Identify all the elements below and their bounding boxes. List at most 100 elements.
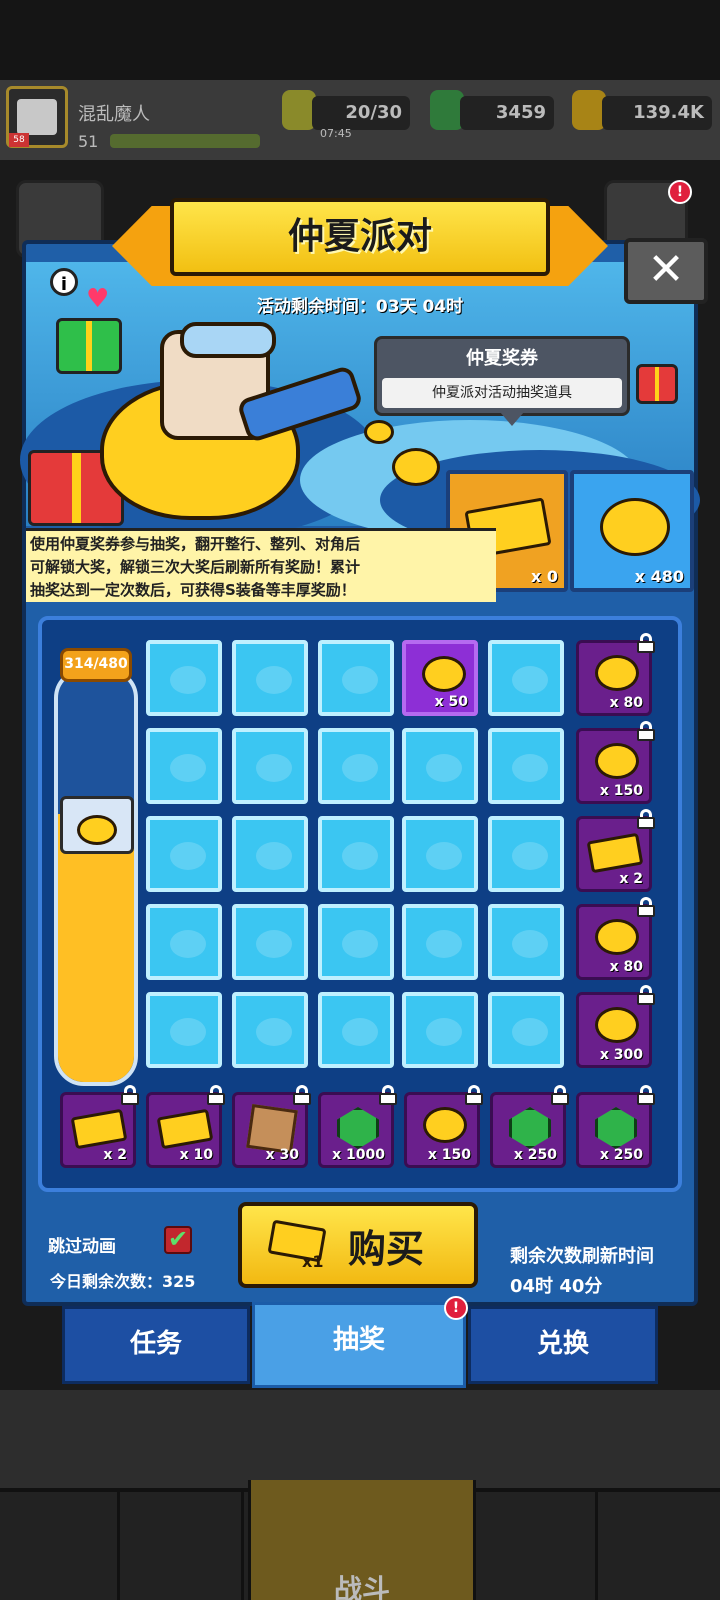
nav-talent[interactable] [478,1492,598,1600]
ticket-icon [70,1108,128,1150]
tooltip-title: 仲夏奖券 [466,348,538,369]
info-icon[interactable]: i [50,268,78,296]
reward-slot[interactable]: x 2 [576,809,655,892]
hidden-tile[interactable] [232,640,308,716]
status-bar [0,0,720,80]
gem-icon[interactable] [430,90,464,130]
duck-inventory-slot[interactable]: x 480 [570,470,694,592]
description-line: 可解锁大奖，解锁三次大奖后刷新所有奖励！累计 [30,558,361,576]
gems-value: 3459 [460,96,554,130]
reward-slot[interactable]: x 300 [576,985,655,1068]
tab-exchange[interactable]: 兑换 [468,1306,658,1384]
duck-watermark-icon [170,666,206,694]
hidden-tile[interactable] [146,904,222,980]
hidden-tile[interactable] [318,904,394,980]
reward-slot[interactable]: x 10 [146,1085,225,1168]
nav-fight-label: 战斗 [333,1573,390,1600]
reward-slot[interactable]: x 2 [60,1085,139,1168]
reward-slot[interactable]: x 80 [576,633,655,716]
hidden-tile[interactable] [146,816,222,892]
gem-icon [595,1107,637,1149]
nav-equipment[interactable] [124,1492,244,1600]
duck-watermark-icon [426,754,462,782]
ticket-icon [156,1108,214,1150]
lower-background [0,1390,720,1490]
hidden-tile[interactable] [402,728,478,804]
energy-icon[interactable] [282,90,316,130]
duck-icon [595,655,639,691]
hidden-tile[interactable] [488,640,564,716]
remaining-draws-today: 今日剩余次数：325 [50,1272,196,1291]
event-countdown: 活动剩余时间：03天 04时 [256,297,464,317]
duck-watermark-icon [256,666,292,694]
avatar[interactable]: 58 [6,86,68,148]
duck-watermark-icon [170,930,206,958]
hidden-tile[interactable] [232,904,308,980]
hidden-tile[interactable] [146,728,222,804]
heart-icon: ♥ [86,284,110,314]
hidden-tile[interactable] [488,904,564,980]
hidden-tile[interactable] [488,816,564,892]
hidden-tile[interactable] [402,816,478,892]
hidden-tile[interactable] [402,992,478,1068]
reward-slot[interactable]: x 1000 [318,1085,397,1168]
hidden-tile[interactable] [232,816,308,892]
lock-icon [637,809,655,829]
hidden-tile[interactable] [318,728,394,804]
gem-icon [509,1107,551,1149]
reward-slot[interactable]: x 250 [576,1085,655,1168]
hidden-tile[interactable] [232,992,308,1068]
duck-icon [77,815,117,845]
lock-icon [207,1085,225,1105]
hidden-tile[interactable] [146,640,222,716]
reward-qty: x 2 [619,871,643,887]
duck-watermark-icon [342,1018,378,1046]
energy-timer: 07:45 [320,127,352,140]
duck-icon [392,448,440,486]
chest-icon[interactable] [60,796,134,854]
hidden-tile[interactable] [232,728,308,804]
hidden-tile[interactable] [318,640,394,716]
progress-fill [58,813,134,1082]
duck-watermark-icon [426,842,462,870]
tooltip-description: 仲夏派对活动抽奖道具 [382,378,622,408]
buy-label: 购买 [348,1227,425,1271]
coin-icon[interactable] [572,90,606,130]
hidden-tile[interactable] [402,904,478,980]
hidden-tile[interactable] [318,816,394,892]
revealed-tile[interactable]: x 50 [402,640,478,716]
duck-icon [595,1007,639,1043]
nav-shop[interactable] [0,1492,120,1600]
tab-tasks[interactable]: 任务 [62,1306,250,1384]
gem-icon [337,1107,379,1149]
reward-qty: x 30 [265,1147,299,1163]
lock-icon [465,1085,483,1105]
hidden-tile[interactable] [488,728,564,804]
reward-slot[interactable]: x 150 [404,1085,483,1168]
hidden-tile[interactable] [318,992,394,1068]
reward-qty: x 150 [599,783,643,799]
description-line: 使用仲夏奖券参与抽奖，翻开整行、整列、对角后 [30,535,361,553]
reward-qty: x 50 [434,694,468,710]
close-button[interactable]: ✕ [624,238,708,304]
reward-slot[interactable]: x 30 [232,1085,311,1168]
hidden-tile[interactable] [146,992,222,1068]
duck-icon [600,498,670,556]
reward-slot[interactable]: x 80 [576,897,655,980]
nav-evolve[interactable] [600,1492,720,1600]
reward-slot[interactable]: x 150 [576,721,655,804]
duck-watermark-icon [512,666,548,694]
duck-watermark-icon [256,930,292,958]
duck-watermark-icon [512,842,548,870]
progress-tube [54,668,138,1086]
ticket-icon [586,832,644,874]
duck-watermark-icon [426,1018,462,1046]
lock-icon [637,633,655,653]
reward-qty: x 80 [609,959,643,975]
skip-animation-checkbox[interactable]: ✔ [164,1226,192,1254]
reward-slot[interactable]: x 250 [490,1085,569,1168]
tab-lottery[interactable]: 抽奖 [252,1302,466,1388]
buy-quantity: x1 [302,1252,324,1271]
avatar-face [17,99,57,135]
hidden-tile[interactable] [488,992,564,1068]
